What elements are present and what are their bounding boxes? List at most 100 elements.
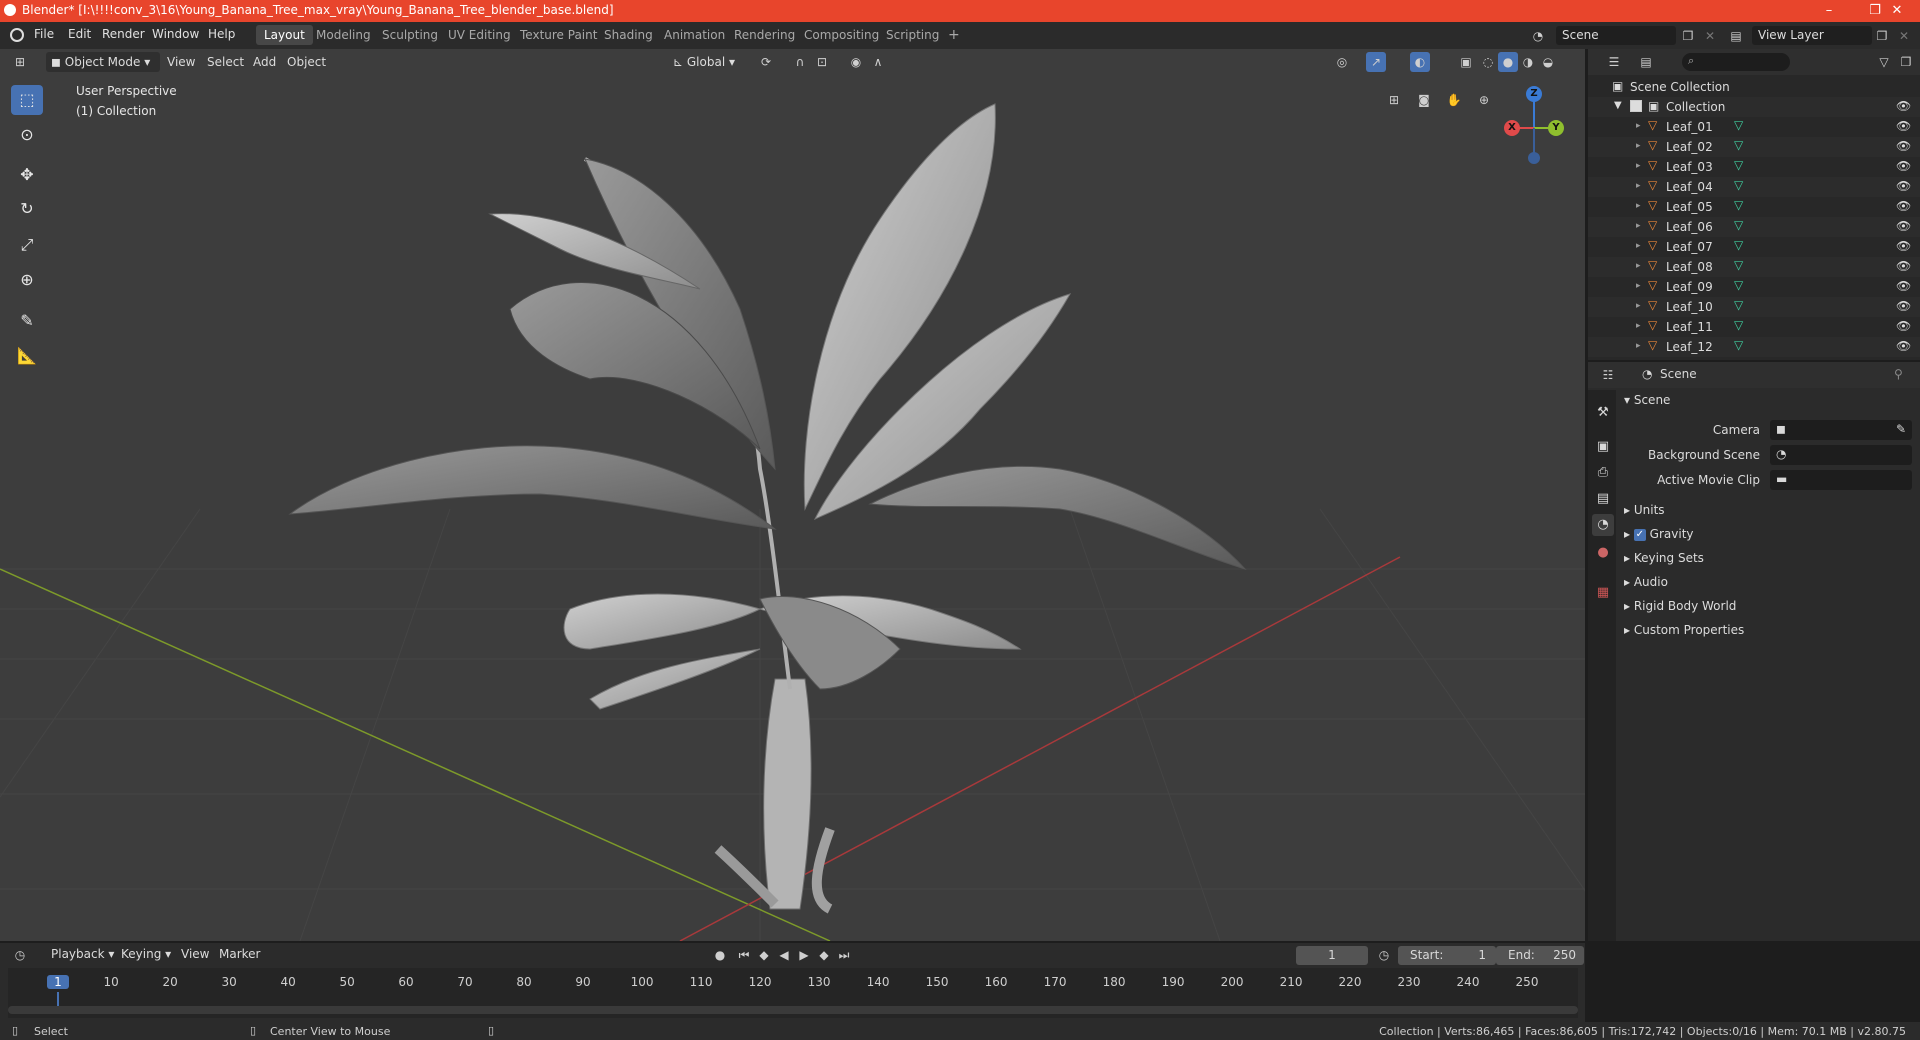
snap-icon[interactable]: ∩ xyxy=(790,52,810,72)
select-menu[interactable]: Select xyxy=(202,52,249,72)
expand-arrow-icon[interactable]: ▸ xyxy=(1636,141,1641,151)
view-layer-selector[interactable]: View Layer xyxy=(1752,26,1872,45)
pivot-point-icon[interactable]: ⟳ xyxy=(756,52,776,72)
scene-browse-icon[interactable]: ◔ xyxy=(1528,26,1548,46)
editor-type-icon[interactable]: ⊞ xyxy=(10,52,30,72)
prev-keyframe-icon[interactable]: ◆ xyxy=(754,945,774,965)
eye-icon[interactable]: 👁 xyxy=(1896,159,1911,173)
eye-icon[interactable]: 👁 xyxy=(1896,139,1911,153)
new-view-layer-icon[interactable]: ❐ xyxy=(1872,26,1892,46)
delete-view-layer-icon[interactable]: ✕ xyxy=(1894,26,1914,46)
background-scene-field[interactable]: ◔ xyxy=(1770,445,1912,465)
proportional-edit-icon[interactable]: ◉ xyxy=(846,52,866,72)
mesh-data-icon[interactable]: ▽ xyxy=(1734,238,1743,252)
pan-hand-icon[interactable]: ✋ xyxy=(1442,88,1466,112)
mesh-data-icon[interactable]: ▽ xyxy=(1734,258,1743,272)
outliner-search-input[interactable]: ⌕ xyxy=(1682,53,1790,71)
menu-edit[interactable]: Edit xyxy=(68,27,91,41)
rendered-shading-icon[interactable]: ◒ xyxy=(1538,52,1558,72)
collection-row[interactable]: ▼ ▣ Collection 👁 xyxy=(1588,97,1920,117)
visibility-filter-icon[interactable]: ◎ xyxy=(1332,52,1352,72)
expand-arrow-icon[interactable]: ▸ xyxy=(1636,261,1641,271)
panel-audio[interactable]: ▸ Audio xyxy=(1624,575,1668,589)
end-frame-field[interactable]: End: 250 xyxy=(1496,946,1584,965)
world-tab-icon[interactable]: ● xyxy=(1592,542,1614,564)
tab-compositing[interactable]: Compositing xyxy=(796,25,887,45)
eye-icon[interactable]: 👁 xyxy=(1896,299,1911,313)
mesh-data-icon[interactable]: ▽ xyxy=(1734,338,1743,352)
outliner-editor-type-icon[interactable]: ☰ xyxy=(1604,52,1624,72)
eye-icon[interactable]: 👁 xyxy=(1896,279,1911,293)
object-menu[interactable]: Object xyxy=(282,52,331,72)
eye-icon[interactable]: 👁 xyxy=(1896,99,1911,113)
outliner-object-row[interactable]: ▸ ▽ Leaf_01 ▽ 👁 xyxy=(1588,117,1920,137)
texture-tab-icon[interactable]: ▦ xyxy=(1592,582,1614,604)
panel-gravity[interactable]: ▸ ✓ Gravity xyxy=(1624,527,1694,541)
mesh-data-icon[interactable]: ▽ xyxy=(1734,158,1743,172)
gizmo-toggle-icon[interactable]: ↗ xyxy=(1366,52,1386,72)
keying-menu[interactable]: Keying ▾ xyxy=(116,944,176,964)
timeline-editor-type-icon[interactable]: ◷ xyxy=(10,945,30,965)
tab-layout[interactable]: Layout xyxy=(256,25,313,45)
close-button[interactable]: ✕ xyxy=(1874,0,1920,22)
outliner-object-row[interactable]: ▸ ▽ Leaf_11 ▽ 👁 xyxy=(1588,317,1920,337)
outliner-object-row[interactable]: ▸ ▽ Leaf_04 ▽ 👁 xyxy=(1588,177,1920,197)
expand-arrow-icon[interactable]: ▸ xyxy=(1636,201,1641,211)
3d-viewport[interactable] xyxy=(0,49,1585,941)
expand-arrow-icon[interactable]: ▸ xyxy=(1636,281,1641,291)
scene-tab-icon[interactable]: ◔ xyxy=(1592,514,1614,536)
transform-tool-icon[interactable]: ⊕ xyxy=(11,265,43,295)
eye-icon[interactable]: 👁 xyxy=(1896,179,1911,193)
grid-view-icon[interactable]: ⊞ xyxy=(1382,88,1406,112)
scene-collection-row[interactable]: ▣ Scene Collection xyxy=(1588,77,1920,97)
mode-dropdown[interactable]: ◼ Object Mode ▾ xyxy=(46,52,160,72)
expand-arrow-icon[interactable]: ▸ xyxy=(1636,341,1641,351)
mesh-data-icon[interactable]: ▽ xyxy=(1734,298,1743,312)
navigation-gizmo[interactable]: Z X Y xyxy=(1502,84,1566,164)
eye-icon[interactable]: 👁 xyxy=(1896,119,1911,133)
scene-selector[interactable]: Scene xyxy=(1556,26,1676,45)
mesh-data-icon[interactable]: ▽ xyxy=(1734,138,1743,152)
expand-arrow-icon[interactable]: ▸ xyxy=(1636,321,1641,331)
outliner-object-row[interactable]: ▸ ▽ Leaf_03 ▽ 👁 xyxy=(1588,157,1920,177)
banana-tree-model[interactable] xyxy=(288,103,1247,914)
rotate-tool-icon[interactable]: ↻ xyxy=(11,194,43,224)
tab-scripting[interactable]: Scripting xyxy=(878,25,947,45)
scale-tool-icon[interactable]: ⤢ xyxy=(11,230,43,260)
menu-window[interactable]: Window xyxy=(152,27,199,41)
scene-section-header[interactable]: ▾ Scene xyxy=(1624,393,1670,407)
eye-icon[interactable]: 👁 xyxy=(1896,259,1911,273)
panel-custom-properties[interactable]: ▸ Custom Properties xyxy=(1624,623,1744,637)
expand-arrow-icon[interactable]: ▸ xyxy=(1636,161,1641,171)
camera-field[interactable]: ◼ ✎ xyxy=(1770,420,1912,440)
outliner-object-row[interactable]: ▸ ▽ Leaf_09 ▽ 👁 xyxy=(1588,277,1920,297)
expand-arrow-icon[interactable]: ▸ xyxy=(1636,241,1641,251)
expand-arrow-icon[interactable]: ▸ xyxy=(1636,221,1641,231)
outliner-object-row[interactable]: ▸ ▽ Leaf_12 ▽ 👁 xyxy=(1588,337,1920,357)
wireframe-shading-icon[interactable]: ◌ xyxy=(1478,52,1498,72)
mesh-data-icon[interactable]: ▽ xyxy=(1734,198,1743,212)
panel-rigid-body-world[interactable]: ▸ Rigid Body World xyxy=(1624,599,1736,613)
outliner-object-row[interactable]: ▸ ▽ Leaf_02 ▽ 👁 xyxy=(1588,137,1920,157)
outliner-object-row[interactable]: ▸ ▽ Leaf_05 ▽ 👁 xyxy=(1588,197,1920,217)
menu-help[interactable]: Help xyxy=(208,27,235,41)
annotate-tool-icon[interactable]: ✎ xyxy=(11,306,43,336)
tab-shading[interactable]: Shading xyxy=(596,25,661,45)
gizmo-y-axis[interactable]: Y xyxy=(1548,120,1564,136)
mesh-data-icon[interactable]: ▽ xyxy=(1734,178,1743,192)
current-frame-field[interactable]: 1 xyxy=(1296,946,1368,965)
gizmo-neg-z-axis[interactable] xyxy=(1528,152,1540,164)
zoom-icon[interactable]: ⊕ xyxy=(1472,88,1496,112)
minimize-button[interactable]: – xyxy=(1806,0,1852,22)
falloff-icon[interactable]: ∧ xyxy=(868,52,888,72)
menu-file[interactable]: File xyxy=(34,27,54,41)
marker-menu[interactable]: Marker xyxy=(214,944,265,964)
panel-keying-sets[interactable]: ▸ Keying Sets xyxy=(1624,551,1704,565)
delete-scene-icon[interactable]: ✕ xyxy=(1700,26,1720,46)
eye-icon[interactable]: 👁 xyxy=(1896,239,1911,253)
gizmo-z-axis[interactable]: Z xyxy=(1526,86,1542,102)
tab-animation[interactable]: Animation xyxy=(656,25,733,45)
new-collection-icon[interactable]: ❐ xyxy=(1896,52,1916,72)
tab-texture-paint[interactable]: Texture Paint xyxy=(512,25,605,45)
expand-arrow-icon[interactable]: ▸ xyxy=(1636,181,1641,191)
